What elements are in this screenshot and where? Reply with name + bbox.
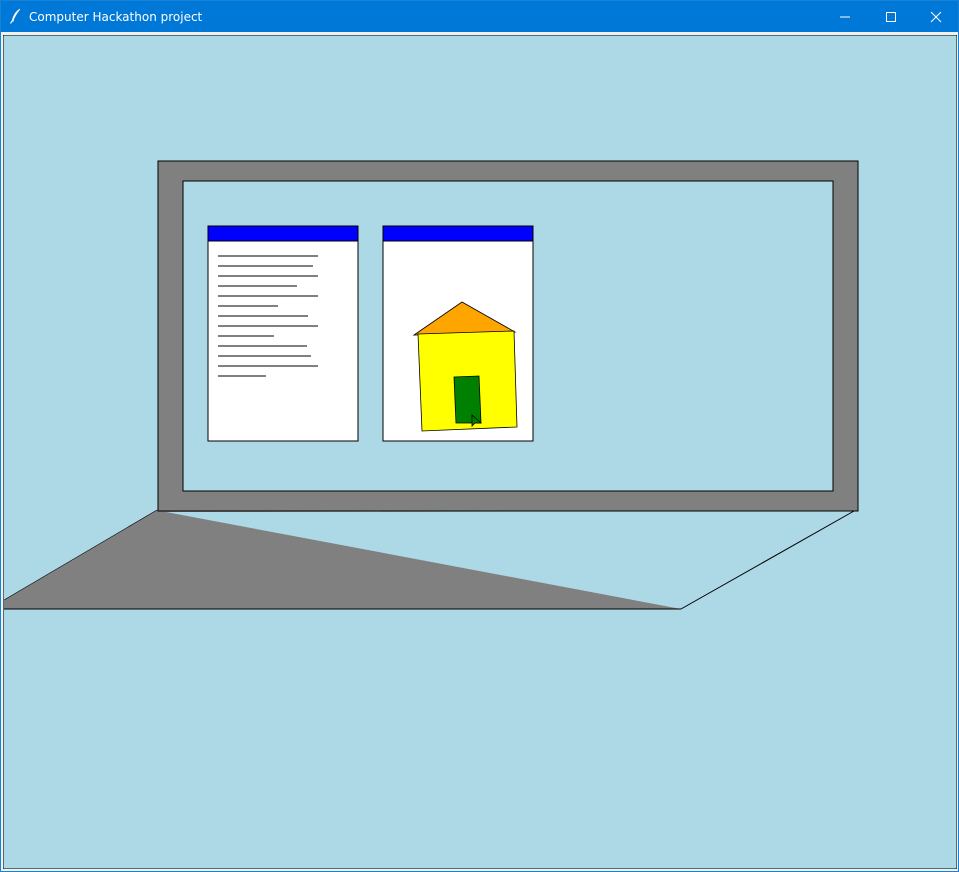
house-drawing-window[interactable] bbox=[382, 225, 534, 442]
minimize-icon bbox=[840, 16, 850, 18]
close-button[interactable] bbox=[913, 1, 959, 32]
drawing-canvas[interactable] bbox=[3, 35, 957, 869]
canvas-scene bbox=[3, 35, 957, 869]
minimize-button[interactable] bbox=[822, 1, 868, 32]
house-door bbox=[453, 375, 482, 424]
drawing-window-titlebar bbox=[382, 225, 534, 242]
app-window: Computer Hackathon project bbox=[0, 0, 959, 872]
maximize-icon bbox=[886, 12, 896, 22]
feather-icon bbox=[9, 8, 23, 24]
window-title: Computer Hackathon project bbox=[29, 10, 203, 24]
maximize-button[interactable] bbox=[868, 1, 914, 32]
text-document-window[interactable] bbox=[207, 225, 359, 442]
text-window-body bbox=[207, 225, 359, 442]
title-bar[interactable]: Computer Hackathon project bbox=[1, 1, 958, 32]
text-window-titlebar bbox=[207, 225, 359, 242]
close-icon bbox=[930, 11, 942, 23]
